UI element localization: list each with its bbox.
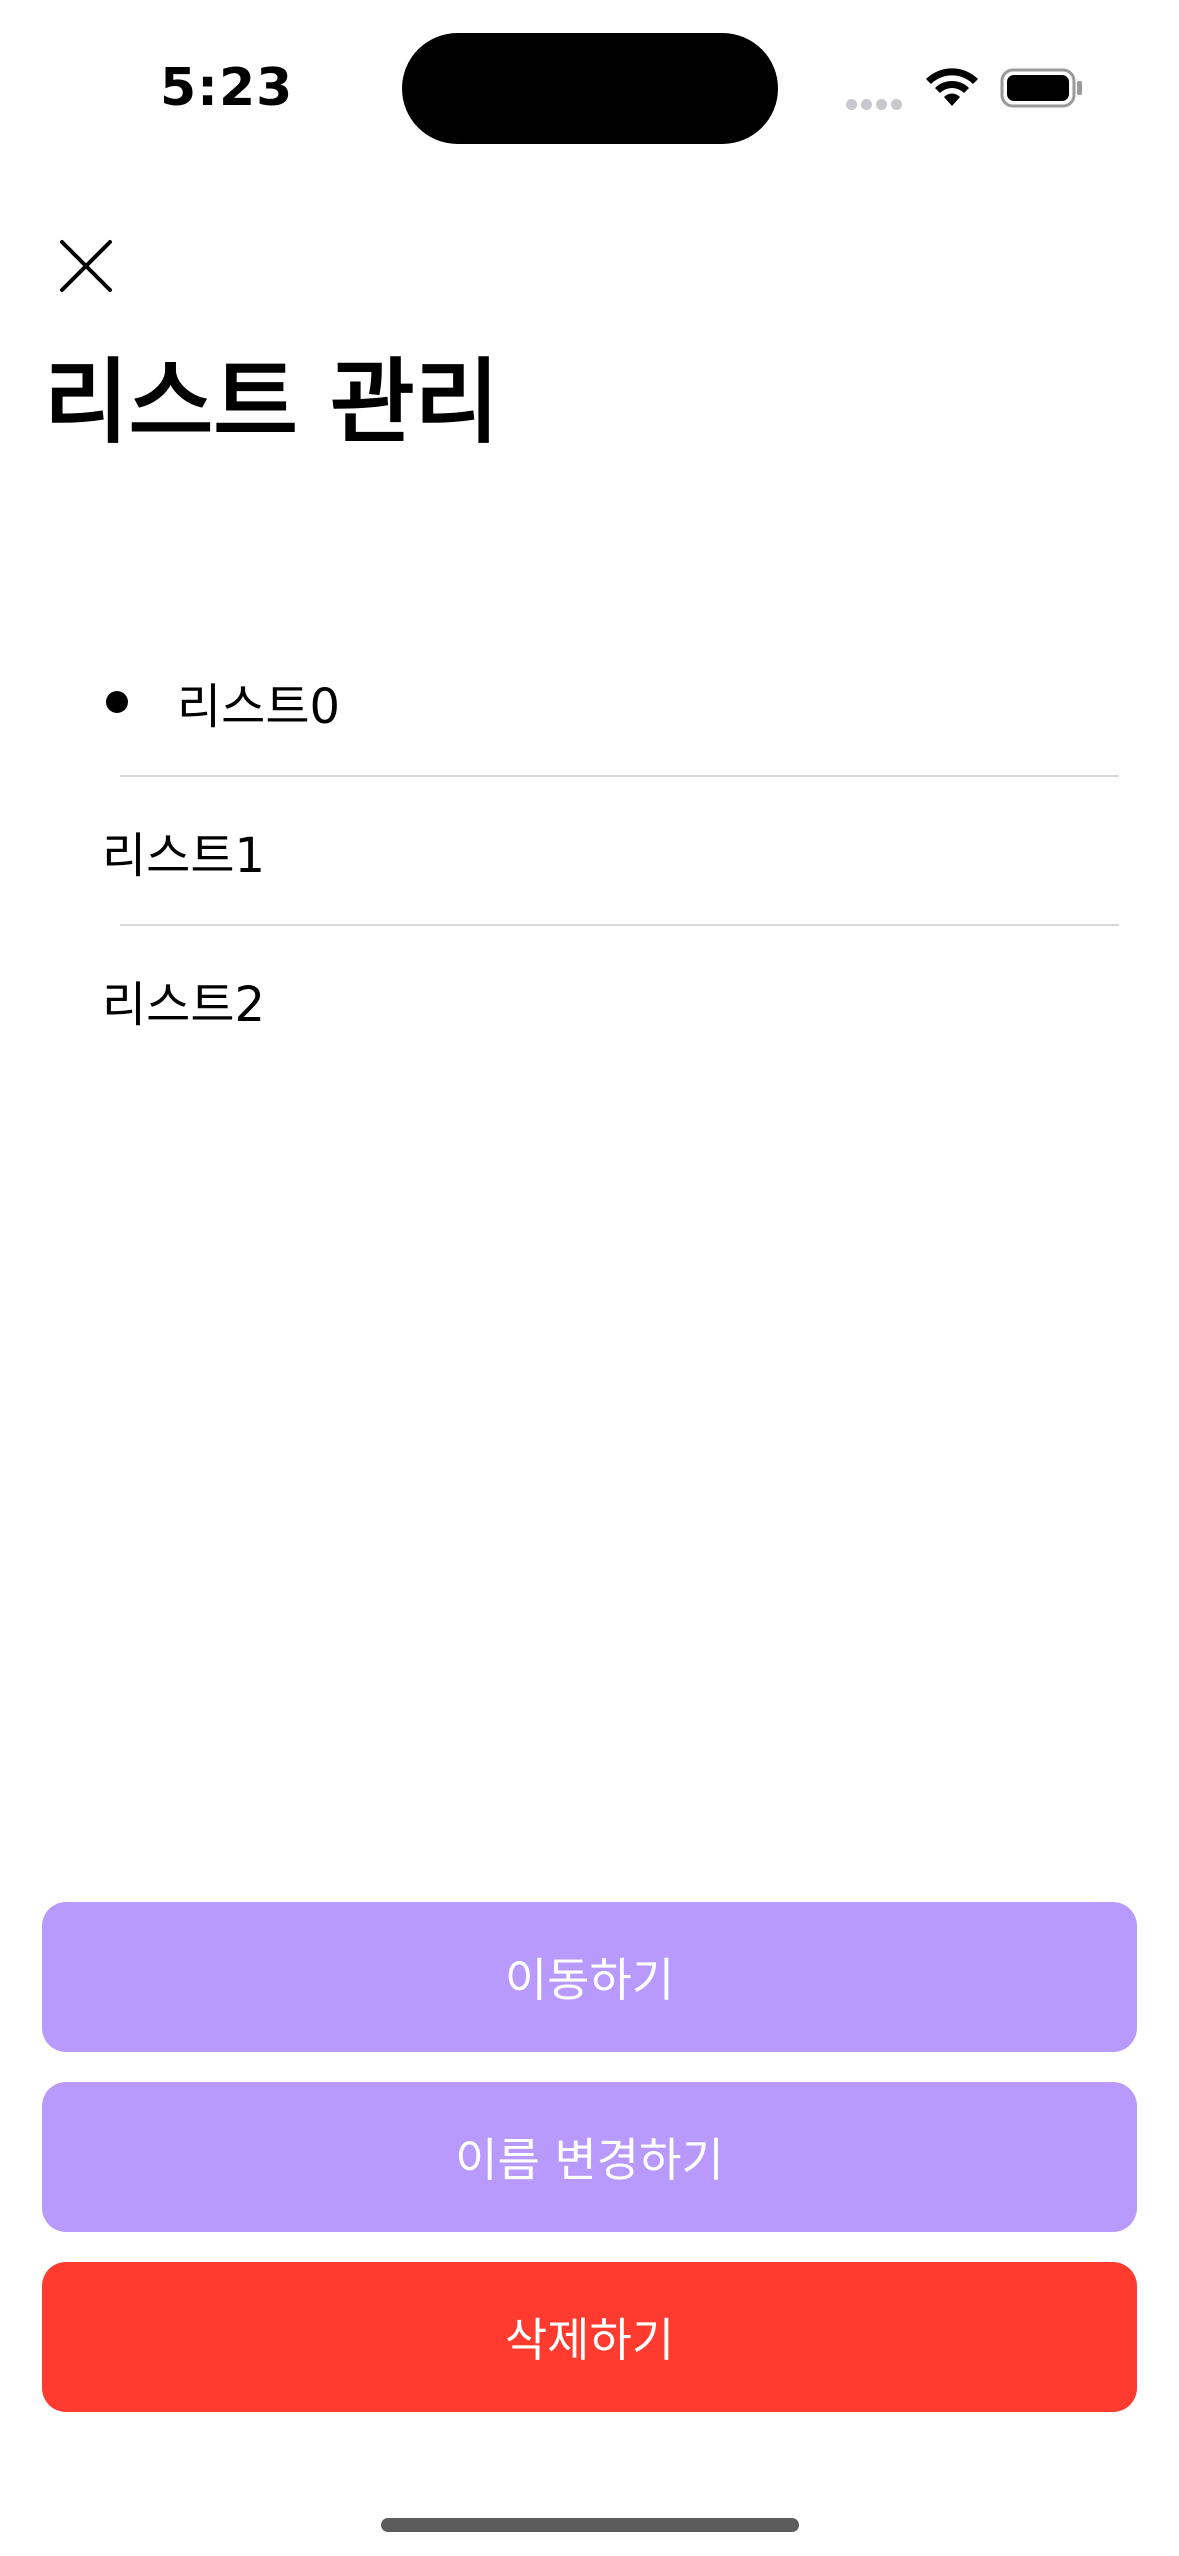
page-title: 리스트 관리: [44, 349, 500, 456]
list-item-1[interactable]: 리스트1: [0, 777, 1179, 924]
list-item-label: 리스트1: [102, 827, 266, 884]
move-button-label: 이동하기: [504, 1953, 675, 2007]
list-item-0[interactable]: 리스트0: [0, 628, 1179, 775]
battery-icon: [1000, 68, 1082, 108]
move-button[interactable]: 이동하기: [42, 1902, 1137, 2052]
home-indicator[interactable]: [381, 2518, 799, 2532]
list-item-label: 리스트2: [102, 976, 266, 1033]
cellular-signal-icon: [846, 95, 906, 110]
delete-button-label: 삭제하기: [504, 2313, 675, 2367]
close-button[interactable]: [42, 222, 130, 310]
close-icon: [60, 240, 112, 292]
rename-button[interactable]: 이름 변경하기: [42, 2082, 1137, 2232]
delete-button[interactable]: 삭제하기: [42, 2262, 1137, 2412]
list-item-2[interactable]: 리스트2: [0, 926, 1179, 1073]
wifi-icon: [926, 68, 978, 106]
status-time: 5:23: [160, 58, 294, 118]
rename-button-label: 이름 변경하기: [455, 2133, 724, 2187]
list-item-label: 리스트0: [177, 678, 341, 735]
list: 리스트0 리스트1 리스트2: [0, 628, 1179, 1073]
dynamic-island: [402, 33, 778, 144]
selected-bullet-icon: [106, 690, 128, 713]
